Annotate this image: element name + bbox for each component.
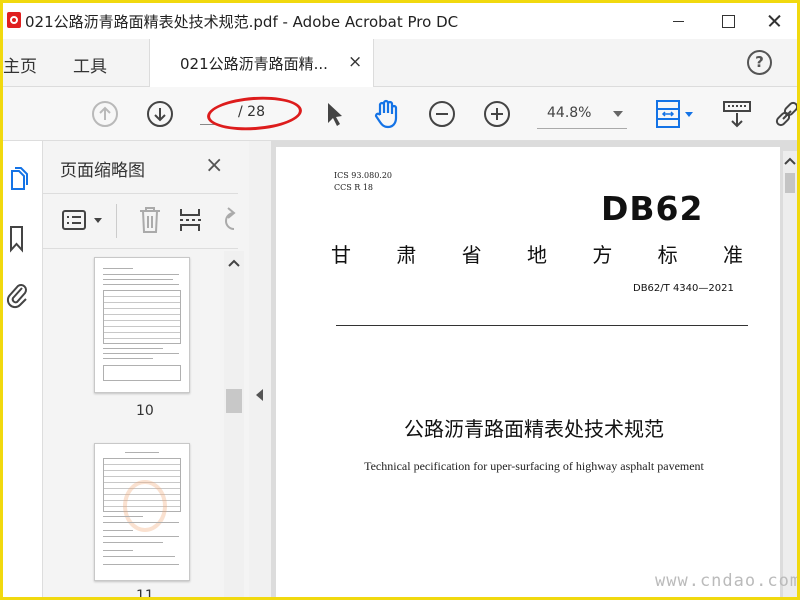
hand-tool-icon[interactable] (371, 98, 403, 130)
standard-number: DB62/T 4340—2021 (633, 283, 734, 294)
insert-page-icon[interactable] (178, 205, 204, 235)
tab-document-label: 021公路沥青路面精... (180, 55, 328, 73)
thumbnail-label: 10 (136, 403, 154, 419)
scrollbar-thumb[interactable] (785, 173, 795, 193)
standard-type: 甘 肃 省 地 方 标 准 (331, 239, 743, 268)
acrobat-logo-icon (7, 12, 21, 28)
tab-bar: 主页 工具 021公路沥青路面精... × ? (3, 39, 797, 87)
scrollbar-thumb[interactable] (226, 389, 242, 413)
page-thumbnails-icon[interactable] (7, 165, 31, 193)
acrobat-window: 021公路沥青路面精表处技术规范.pdf - Adobe Acrobat Pro… (3, 3, 797, 597)
tab-close-icon[interactable]: × (348, 52, 362, 72)
scroll-up-icon[interactable] (784, 157, 796, 165)
ics-line: ICS 93.080.20 (334, 171, 393, 180)
attachment-icon[interactable] (5, 279, 29, 309)
tab-home[interactable]: 主页 (3, 52, 37, 77)
page-fit-icon[interactable] (653, 97, 701, 131)
divider (336, 325, 748, 326)
ccs-line: CCS R 18 (334, 183, 374, 192)
site-watermark: www.cndao.com (655, 571, 797, 591)
scroll-up-icon[interactable] (228, 259, 240, 267)
document-title-cn: 公路沥青路面精表处技术规范 (404, 417, 664, 441)
thumbnails-panel: 页面缩略图 × 10 11 (43, 141, 250, 597)
zoom-out-icon[interactable] (428, 100, 456, 128)
standard-type-char: 甘 (331, 243, 351, 267)
standard-type-char: 肃 (396, 243, 417, 267)
zoom-in-icon[interactable] (483, 100, 511, 128)
bookmark-icon[interactable] (9, 225, 25, 253)
scroll-mode-icon[interactable] (721, 99, 753, 129)
document-view[interactable]: ICS 93.080.20 CCS R 18 DB62 甘 肃 省 地 方 标 … (271, 141, 797, 597)
link-icon[interactable] (775, 99, 797, 129)
thumbnail-page-10[interactable] (94, 257, 190, 393)
standard-type-char: 省 (461, 243, 482, 267)
panel-title: 页面缩略图 (60, 161, 145, 181)
panel-collapse-handle[interactable] (249, 141, 271, 597)
standard-type-char: 标 (657, 243, 678, 267)
close-icon[interactable] (751, 3, 797, 39)
delete-icon[interactable] (137, 205, 163, 235)
navigation-rail (3, 141, 43, 597)
tab-document[interactable]: 021公路沥青路面精... × (149, 39, 374, 87)
minimize-icon[interactable] (655, 3, 701, 39)
main-toolbar: / 28 44.8% (3, 87, 797, 141)
standard-type-char: 方 (592, 243, 613, 267)
thumbnail-label: 11 (136, 588, 154, 597)
ics-code: ICS 93.080.20 CCS R 18 (334, 170, 392, 194)
collapse-arrow-icon (256, 389, 263, 401)
select-arrow-icon[interactable] (322, 100, 346, 128)
standard-type-char: 准 (722, 243, 743, 267)
divider (116, 204, 117, 238)
watermark-seal-icon (123, 480, 167, 532)
page-up-icon[interactable] (91, 100, 119, 128)
zoom-value: 44.8% (547, 105, 592, 121)
page-options-icon[interactable] (61, 208, 107, 234)
panel-close-icon[interactable]: × (205, 153, 223, 178)
db-code: DB62 (601, 189, 704, 228)
title-bar: 021公路沥青路面精表处技术规范.pdf - Adobe Acrobat Pro… (3, 3, 797, 39)
document-page: ICS 93.080.20 CCS R 18 DB62 甘 肃 省 地 方 标 … (276, 147, 780, 597)
help-icon[interactable]: ? (747, 50, 772, 75)
tab-tools[interactable]: 工具 (73, 52, 107, 77)
thumbnails-scrollbar[interactable] (224, 251, 244, 597)
zoom-select[interactable]: 44.8% (537, 100, 627, 129)
thumbnail-page-11[interactable] (94, 443, 190, 581)
document-scrollbar[interactable] (783, 151, 797, 597)
page-down-icon[interactable] (146, 100, 174, 128)
standard-type-char: 地 (526, 243, 547, 267)
undo-icon[interactable] (218, 205, 238, 235)
document-title-en: Technical pecification for uper-surfacin… (364, 459, 704, 473)
chevron-down-icon (613, 111, 623, 117)
maximize-icon[interactable] (705, 3, 751, 39)
panel-toolbar (43, 193, 238, 249)
window-title: 021公路沥青路面精表处技术规范.pdf - Adobe Acrobat Pro… (25, 13, 459, 31)
